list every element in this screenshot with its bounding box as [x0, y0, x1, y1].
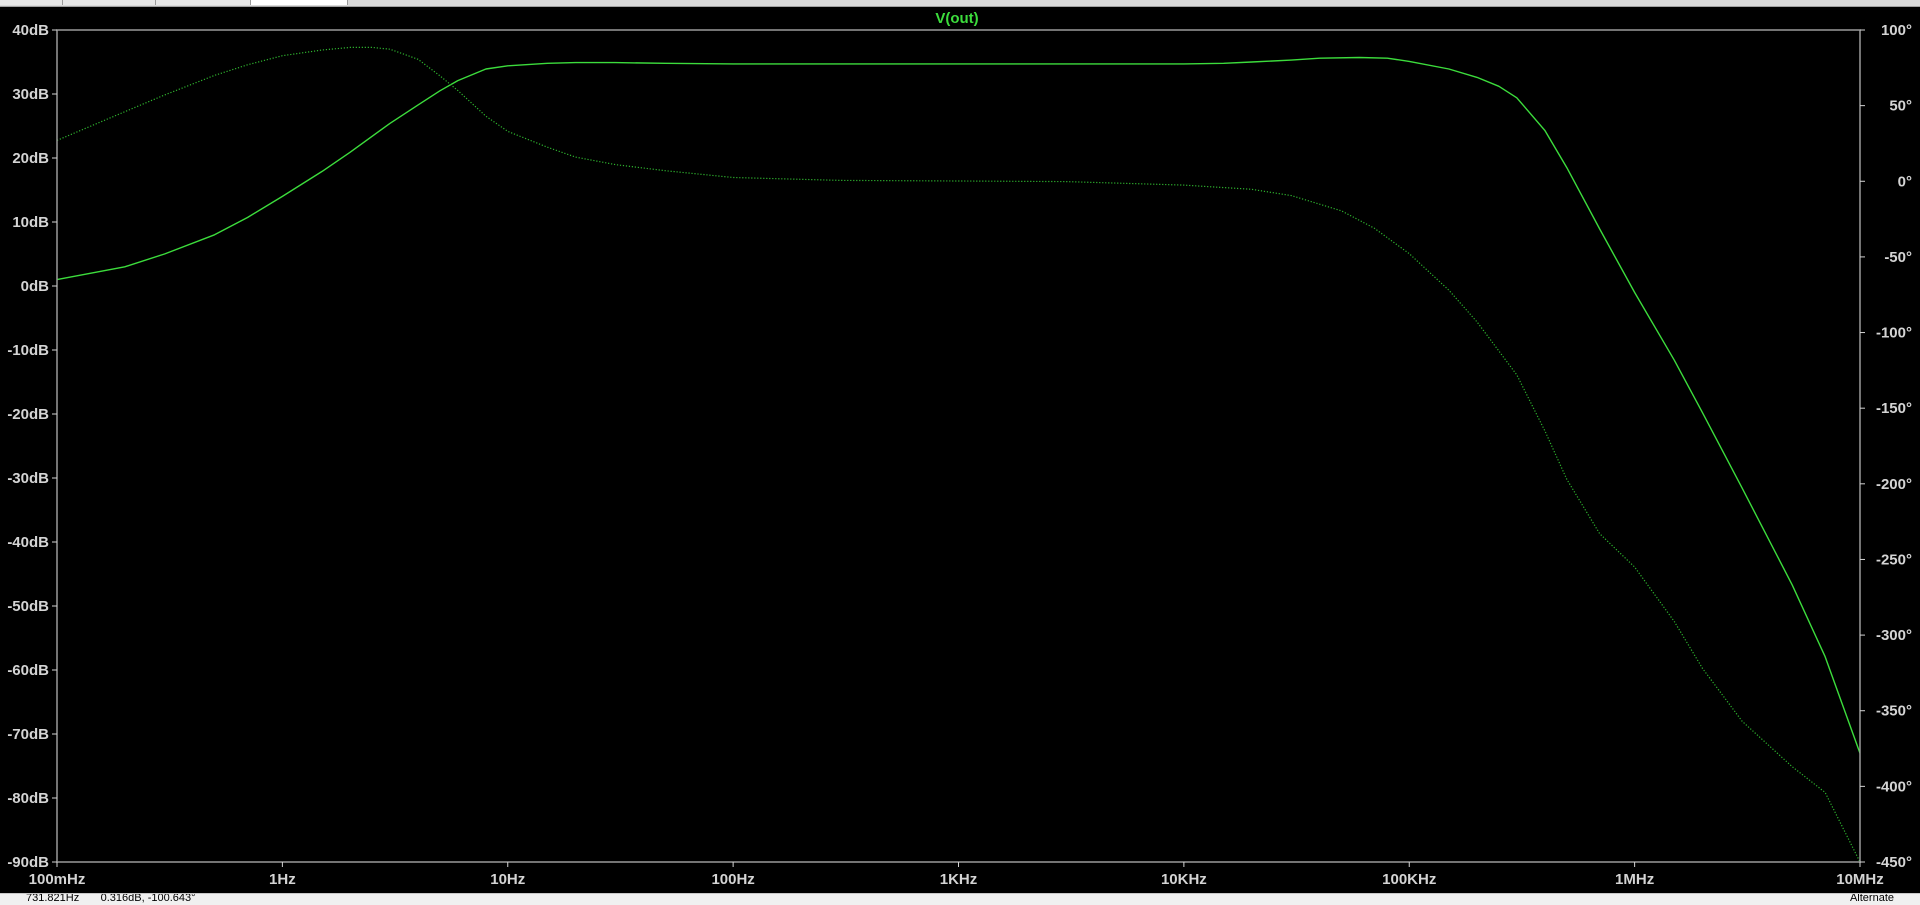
cursor-readout: 731.821Hz 0.316dB, -100.643° — [26, 893, 196, 904]
y2-tick-label: -300° — [1876, 627, 1912, 644]
y-tick-label: -20dB — [7, 406, 49, 423]
x-tick-label: 1MHz — [1615, 871, 1654, 888]
y2-tick-label: 100° — [1881, 22, 1912, 39]
status-mode: Alternate — [1849, 893, 1894, 904]
y-tick-label: -10dB — [7, 342, 49, 359]
y-axis-left: 40dB 30dB 20dB 10dB 0dB -10dB -20dB -30dB -40dB -… — [7, 22, 57, 871]
y2-tick-label: -200° — [1876, 476, 1912, 493]
y-tick-label: -80dB — [7, 790, 49, 807]
x-tick-label: 100KHz — [1382, 871, 1436, 888]
chart-title[interactable]: V(out) — [935, 10, 978, 27]
y2-tick-label: -350° — [1876, 703, 1912, 720]
x-tick-label: 100mHz — [29, 871, 86, 888]
phase-trace[interactable] — [56, 46, 1861, 863]
y-tick-label: -30dB — [7, 470, 49, 487]
y-tick-label: -60dB — [7, 662, 49, 679]
y2-tick-label: -100° — [1876, 325, 1912, 342]
trace-group — [56, 46, 1861, 863]
y-tick-label: 40dB — [12, 22, 49, 39]
y-tick-label: -90dB — [7, 854, 49, 871]
x-tick-label: 100Hz — [711, 871, 754, 888]
y-tick-label: 30dB — [12, 86, 49, 103]
y2-tick-label: -400° — [1876, 778, 1912, 795]
bode-plot[interactable]: V(out) 100mHz 1Hz 10Hz 100Hz 1KHz 10KHz 100KHz… — [0, 0, 1920, 893]
x-axis: 100mHz 1Hz 10Hz 100Hz 1KHz 10KHz 100KHz 1MHz 10M… — [29, 862, 1884, 888]
x-tick-label: 10KHz — [1161, 871, 1207, 888]
x-tick-label: 1Hz — [269, 871, 296, 888]
y-tick-label: 20dB — [12, 150, 49, 167]
x-tick-label: 1KHz — [940, 871, 978, 888]
y-tick-label: 0dB — [21, 278, 50, 295]
x-tick-label: 10Hz — [490, 871, 525, 888]
y2-tick-label: -50° — [1884, 249, 1912, 266]
y-tick-label: -40dB — [7, 534, 49, 551]
x-tick-label: 10MHz — [1836, 871, 1884, 888]
y2-tick-label: 0° — [1898, 173, 1912, 190]
plot-frame — [56, 29, 1861, 863]
y-tick-label: 10dB — [12, 214, 49, 231]
y-tick-label: -50dB — [7, 598, 49, 615]
y-axis-right: 100° 50° 0° -50° -100° -150° -200° -250° -300° -3… — [1860, 22, 1912, 871]
magnitude-trace[interactable] — [56, 56, 1861, 754]
y2-tick-label: -450° — [1876, 854, 1912, 871]
y-tick-label: -70dB — [7, 726, 49, 743]
y2-tick-label: -150° — [1876, 400, 1912, 417]
y2-tick-label: -250° — [1876, 551, 1912, 568]
y2-tick-label: 50° — [1889, 98, 1912, 115]
status-bar: 731.821Hz 0.316dB, -100.643° Alternate — [0, 893, 1920, 905]
